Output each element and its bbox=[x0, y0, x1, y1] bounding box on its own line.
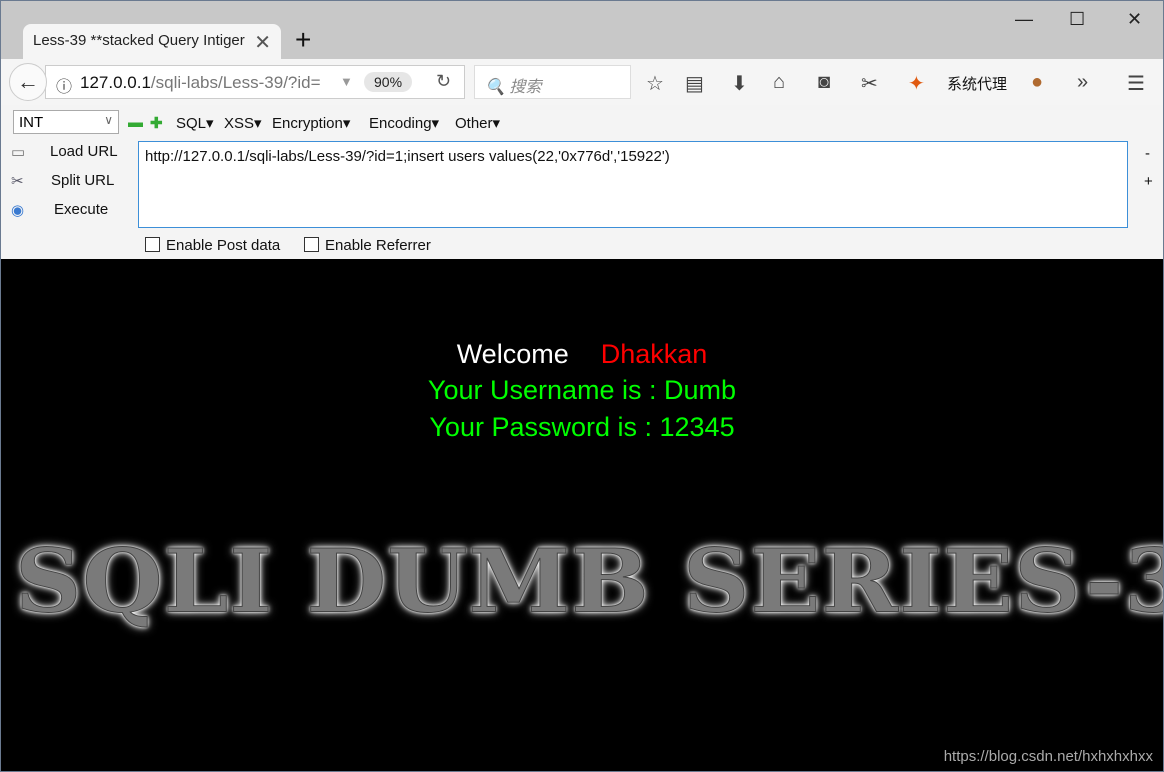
plus-icon[interactable]: ✚ bbox=[150, 114, 163, 132]
url-dropdown-icon[interactable]: ▼ bbox=[340, 74, 353, 89]
split-url-button[interactable]: ✂ Split URL bbox=[11, 172, 114, 190]
menu-other[interactable]: Other▾ bbox=[455, 114, 500, 132]
screenshot-icon[interactable]: ✂ bbox=[861, 71, 878, 96]
expand-button[interactable]: + bbox=[1144, 173, 1153, 190]
username-line: Your Username is : Dumb bbox=[427, 375, 737, 405]
zoom-level[interactable]: 90% bbox=[364, 72, 413, 92]
split-url-label: Split URL bbox=[51, 172, 115, 189]
load-url-button[interactable]: ▭ Load URL bbox=[11, 143, 118, 161]
menu-xss[interactable]: XSS▾ bbox=[224, 114, 262, 132]
load-url-label: Load URL bbox=[50, 143, 118, 160]
execute-button[interactable]: ◉ Execute bbox=[11, 201, 108, 219]
pocket-icon[interactable]: ◙ bbox=[818, 71, 830, 94]
shrink-button[interactable]: - bbox=[1145, 145, 1150, 162]
navigation-bar: ⓘ 127.0.0.1/sqli-labs/Less-39/?id= ▼ 90%… bbox=[1, 59, 1163, 105]
maximize-button[interactable]: ☐ bbox=[1069, 9, 1085, 30]
download-icon[interactable]: ⬇ bbox=[731, 71, 748, 96]
page-content: Welcome Dhakkan Your Username is : Dumb Y… bbox=[1, 259, 1164, 771]
execute-label: Execute bbox=[54, 201, 109, 218]
search-input[interactable]: 🔍 搜索 bbox=[474, 65, 631, 99]
minus-icon[interactable]: ▬ bbox=[128, 114, 143, 131]
overflow-chevron-icon[interactable]: » bbox=[1077, 71, 1088, 94]
title-bar: Less-39 **stacked Query Intiger type**✕ … bbox=[1, 1, 1163, 59]
home-icon[interactable]: ⌂ bbox=[773, 71, 785, 94]
enable-referrer-label: Enable Referrer bbox=[325, 237, 431, 254]
url-path: /sqli-labs/Less-39/?id= bbox=[150, 73, 321, 92]
tab-less-39[interactable]: Less-39 **stacked Query Intiger type** ✕ bbox=[23, 24, 281, 59]
enable-post-label: Enable Post data bbox=[166, 237, 281, 254]
scissors-icon: ✂ bbox=[11, 173, 24, 190]
info-icon[interactable]: ⓘ bbox=[56, 73, 72, 97]
close-window-button[interactable]: ✕ bbox=[1127, 9, 1142, 30]
url-textarea[interactable]: http://127.0.0.1/sqli-labs/Less-39/?id=1… bbox=[138, 141, 1128, 228]
watermark: https://blog.csdn.net/hxhxhxhxx bbox=[943, 748, 1153, 765]
play-icon: ◉ bbox=[11, 202, 25, 219]
browser-window: Less-39 **stacked Query Intiger type**✕ … bbox=[0, 0, 1164, 772]
minimize-button[interactable]: — bbox=[1015, 9, 1033, 30]
address-bar[interactable]: ⓘ 127.0.0.1/sqli-labs/Less-39/?id= ▼ 90%… bbox=[45, 65, 465, 99]
url-host: 127.0.0.1 bbox=[80, 73, 151, 92]
search-placeholder: 搜索 bbox=[509, 79, 542, 96]
tab-close-icon[interactable]: ✕ bbox=[254, 30, 271, 55]
welcome-line: Welcome Dhakkan bbox=[1, 339, 1163, 370]
proxy-button[interactable]: 系统代理 bbox=[947, 73, 1007, 94]
tab-title: Less-39 **stacked Query Intiger type** bbox=[33, 32, 248, 49]
welcome-name: Dhakkan bbox=[600, 339, 708, 369]
enable-post-checkbox[interactable]: Enable Post data bbox=[145, 237, 280, 254]
series-banner: SQLI DUMB SERIES-39 bbox=[14, 529, 1164, 633]
enable-referrer-checkbox[interactable]: Enable Referrer bbox=[304, 237, 431, 254]
reading-list-icon[interactable]: ▤ bbox=[685, 71, 704, 96]
password-line: Your Password is : 12345 bbox=[429, 412, 735, 442]
type-select-value: INT bbox=[19, 114, 44, 131]
cookie-icon[interactable]: ● bbox=[1031, 71, 1043, 94]
new-tab-button[interactable]: + bbox=[295, 24, 311, 56]
hackbar: INT ∨ ▬ ✚ SQL▾ XSS▾ Encryption▾ Encoding▾… bbox=[1, 105, 1163, 259]
hamburger-menu-icon[interactable]: ☰ bbox=[1127, 71, 1145, 96]
back-button[interactable]: ← bbox=[9, 63, 47, 101]
load-url-icon: ▭ bbox=[11, 144, 26, 161]
menu-encoding[interactable]: Encoding▾ bbox=[369, 114, 439, 132]
menu-encryption[interactable]: Encryption▾ bbox=[272, 114, 350, 132]
proxy-icon[interactable]: ✦ bbox=[908, 71, 925, 96]
reload-icon[interactable]: ↻ bbox=[436, 71, 451, 92]
menu-sql[interactable]: SQL▾ bbox=[176, 114, 214, 132]
welcome-text: Welcome bbox=[456, 339, 569, 369]
type-select[interactable]: INT ∨ bbox=[13, 110, 119, 134]
chevron-down-icon: ∨ bbox=[104, 113, 113, 127]
bookmark-star-icon[interactable]: ☆ bbox=[646, 71, 664, 96]
